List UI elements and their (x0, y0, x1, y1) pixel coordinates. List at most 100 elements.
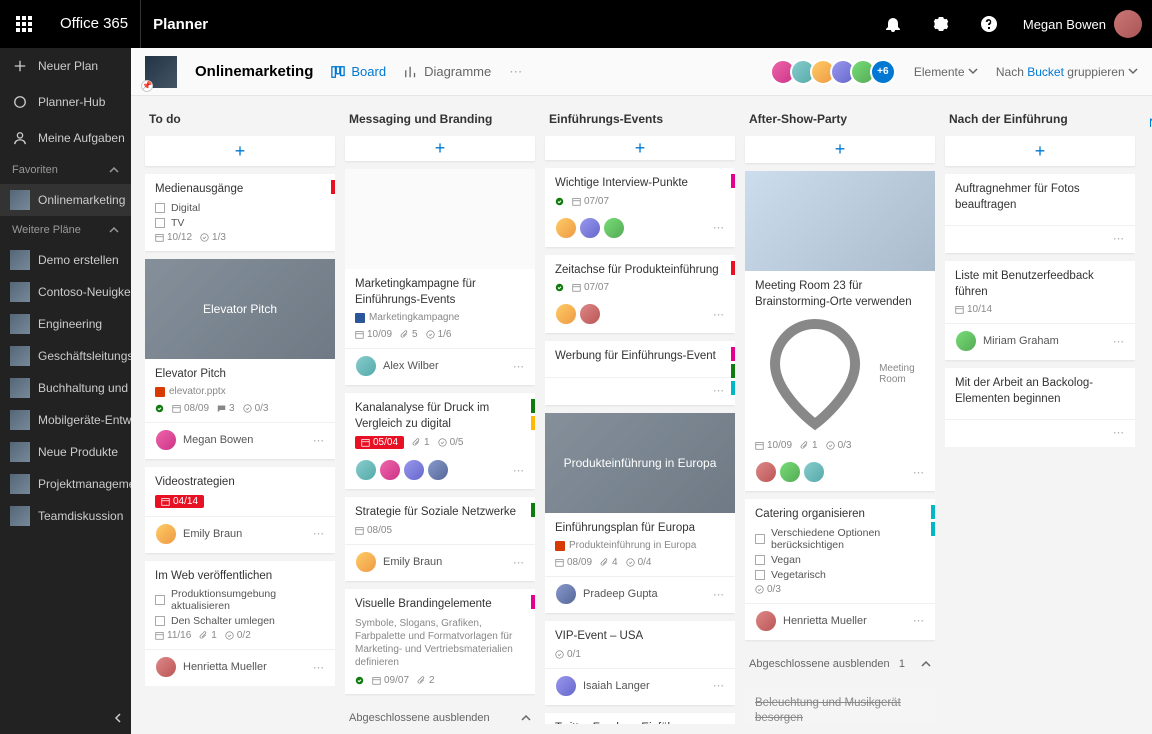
card-more-button[interactable]: ⋯ (713, 679, 725, 692)
checkbox-icon (155, 203, 165, 213)
plan-thumb-icon (10, 442, 30, 462)
checklist-item[interactable]: TV (155, 217, 325, 229)
task-card[interactable]: MedienausgängeDigitalTV 10/12 1/3 (145, 174, 335, 251)
card-more-button[interactable]: ⋯ (1113, 232, 1125, 245)
image-overlay-text: Elevator Pitch (145, 259, 335, 359)
new-bucket-button[interactable]: Neuen Buck (1145, 106, 1152, 724)
more-plans-section-header[interactable]: Weitere Pläne (0, 216, 131, 244)
sidebar-plan-item[interactable]: Engineering (0, 308, 131, 340)
sidebar-plan-item[interactable]: Onlinemarketing (0, 184, 131, 216)
bucket-title[interactable]: After-Show-Party (745, 106, 935, 136)
card-more-button[interactable]: ⋯ (1113, 335, 1125, 348)
sidebar-plan-item[interactable]: Contoso-Neuigkeiten (0, 276, 131, 308)
task-card[interactable]: Meeting Room 23 für Brainstorming-Orte v… (745, 171, 935, 491)
more-actions-button[interactable]: ⋯ (509, 64, 523, 80)
assignee-name: Emily Braun (383, 556, 442, 568)
app-launcher-icon[interactable] (0, 0, 48, 48)
task-card[interactable]: Marketingkampagne für Einführungs-Events… (345, 169, 535, 385)
card-more-button[interactable]: ⋯ (513, 360, 525, 373)
task-card[interactable]: Twitter-Feed zur Einführung 03/31Emily B… (545, 713, 735, 724)
user-menu[interactable]: Megan Bowen (1013, 10, 1152, 38)
task-card[interactable]: Auftragnehmer für Fotos beauftragen⋯ (945, 174, 1135, 253)
add-task-button[interactable]: + (745, 136, 935, 163)
sidebar-plan-item[interactable]: Teamdiskussion (0, 500, 131, 532)
card-more-button[interactable]: ⋯ (513, 556, 525, 569)
task-card[interactable]: Kanalanalyse für Druck im Vergleich zu d… (345, 393, 535, 489)
sidebar-plan-item[interactable]: Buchhaltung und Fina… (0, 372, 131, 404)
card-assignees (555, 217, 625, 239)
help-icon[interactable] (965, 0, 1013, 48)
card-more-button[interactable]: ⋯ (713, 221, 725, 234)
notifications-icon[interactable] (869, 0, 917, 48)
card-more-button[interactable]: ⋯ (713, 588, 725, 601)
checklist-item[interactable]: Digital (155, 202, 325, 214)
sidebar-plan-item[interactable]: Geschäftsleitungsecke (0, 340, 131, 372)
card-more-button[interactable]: ⋯ (913, 614, 925, 627)
card-title: Einführungsplan für Europa (555, 521, 725, 537)
plan-logo[interactable]: 📌 (145, 56, 177, 88)
card-more-button[interactable]: ⋯ (1113, 426, 1125, 439)
card-more-button[interactable]: ⋯ (513, 464, 525, 477)
checklist-progress: 0/4 (626, 557, 652, 568)
card-more-button[interactable]: ⋯ (713, 308, 725, 321)
add-task-button[interactable]: + (345, 136, 535, 161)
view-charts-tab[interactable]: Diagramme (404, 64, 491, 79)
due-date: 09/07 (372, 675, 409, 686)
completed-toggle[interactable]: Abgeschlossene ausblenden (345, 702, 535, 724)
bucket-title[interactable]: To do (145, 106, 335, 136)
filter-elements-dropdown[interactable]: Elemente (914, 65, 978, 79)
task-card[interactable]: Werbung für Einführungs-Event⋯ (545, 341, 735, 405)
attachments-count: 2 (417, 675, 435, 686)
task-card[interactable]: VIP-Event – USA 0/1Isaiah Langer⋯ (545, 621, 735, 705)
sidebar-plan-item[interactable]: Projektmanagement (0, 468, 131, 500)
more-members-badge[interactable]: +6 (870, 59, 896, 85)
group-by-dropdown[interactable]: Nach Bucket gruppieren (996, 65, 1138, 79)
task-card[interactable]: Strategie für Soziale Netzwerke 08/05Emi… (345, 497, 535, 581)
view-board-tab[interactable]: Board (331, 64, 386, 79)
task-card[interactable]: Visuelle BrandingelementeSymbole, Slogan… (345, 589, 535, 694)
add-task-button[interactable]: + (945, 136, 1135, 166)
checklist-item[interactable]: Produktionsumgebung aktualisieren (155, 588, 325, 612)
checklist-item[interactable]: Verschiedene Optionen berücksichtigen (755, 527, 925, 551)
card-title: Meeting Room 23 für Brainstorming-Orte v… (755, 279, 925, 310)
task-card[interactable]: Elevator PitchElevator Pitchelevator.ppt… (145, 259, 335, 460)
task-card[interactable]: Liste mit Benutzerfeedback führen 10/14M… (945, 261, 1135, 360)
new-plan-button[interactable]: Neuer Plan (0, 48, 131, 84)
sidebar-plan-item[interactable]: Neue Produkte (0, 436, 131, 468)
task-card[interactable]: Videostrategien 04/14Emily Braun⋯ (145, 467, 335, 553)
plan-members[interactable]: +6 (776, 59, 896, 85)
attachments-count: 1 (199, 630, 217, 641)
bucket-title[interactable]: Messaging und Branding (345, 106, 535, 136)
card-more-button[interactable]: ⋯ (313, 527, 325, 540)
completed-toggle[interactable]: Abgeschlossene ausblenden 1 (745, 648, 935, 680)
checklist-item[interactable]: Den Schalter umlegen (155, 615, 325, 627)
task-card[interactable]: Beleuchtung und Musikgerät besorgen 06/1… (745, 688, 935, 724)
task-card[interactable]: Zeitachse für Produkteinführung 07/07⋯ (545, 255, 735, 334)
sidebar-plan-item[interactable]: Mobilgeräte-Entwicklu… (0, 404, 131, 436)
add-task-button[interactable]: + (145, 136, 335, 166)
assignee-avatar (555, 675, 577, 697)
my-tasks-link[interactable]: Meine Aufgaben (0, 120, 131, 156)
task-card[interactable]: Im Web veröffentlichenProduktionsumgebun… (145, 561, 335, 687)
add-task-button[interactable]: + (545, 136, 735, 160)
task-card[interactable]: Mit der Arbeit an Backolog-Elementen beg… (945, 368, 1135, 447)
sidebar-plan-item[interactable]: Demo erstellen (0, 244, 131, 276)
card-more-button[interactable]: ⋯ (313, 434, 325, 447)
card-more-button[interactable]: ⋯ (313, 661, 325, 674)
checklist-item[interactable]: Vegetarisch (755, 569, 925, 581)
completed-icon (355, 676, 364, 685)
task-card[interactable]: Produkteinführung in EuropaEinführungspl… (545, 413, 735, 614)
task-card[interactable]: Catering organisierenVerschiedene Option… (745, 499, 935, 640)
favorites-section-header[interactable]: Favoriten (0, 156, 131, 184)
card-more-button[interactable]: ⋯ (713, 384, 725, 397)
bucket-title[interactable]: Einführungs-Events (545, 106, 735, 136)
settings-icon[interactable] (917, 0, 965, 48)
card-assignees: Pradeep Gupta (555, 583, 658, 605)
card-more-button[interactable]: ⋯ (913, 466, 925, 479)
assignee-avatar (355, 355, 377, 377)
collapse-sidebar-button[interactable] (113, 712, 123, 726)
checklist-item[interactable]: Vegan (755, 554, 925, 566)
task-card[interactable]: Wichtige Interview-Punkte 07/07⋯ (545, 168, 735, 247)
planner-hub-link[interactable]: Planner-Hub (0, 84, 131, 120)
bucket-title[interactable]: Nach der Einführung (945, 106, 1135, 136)
